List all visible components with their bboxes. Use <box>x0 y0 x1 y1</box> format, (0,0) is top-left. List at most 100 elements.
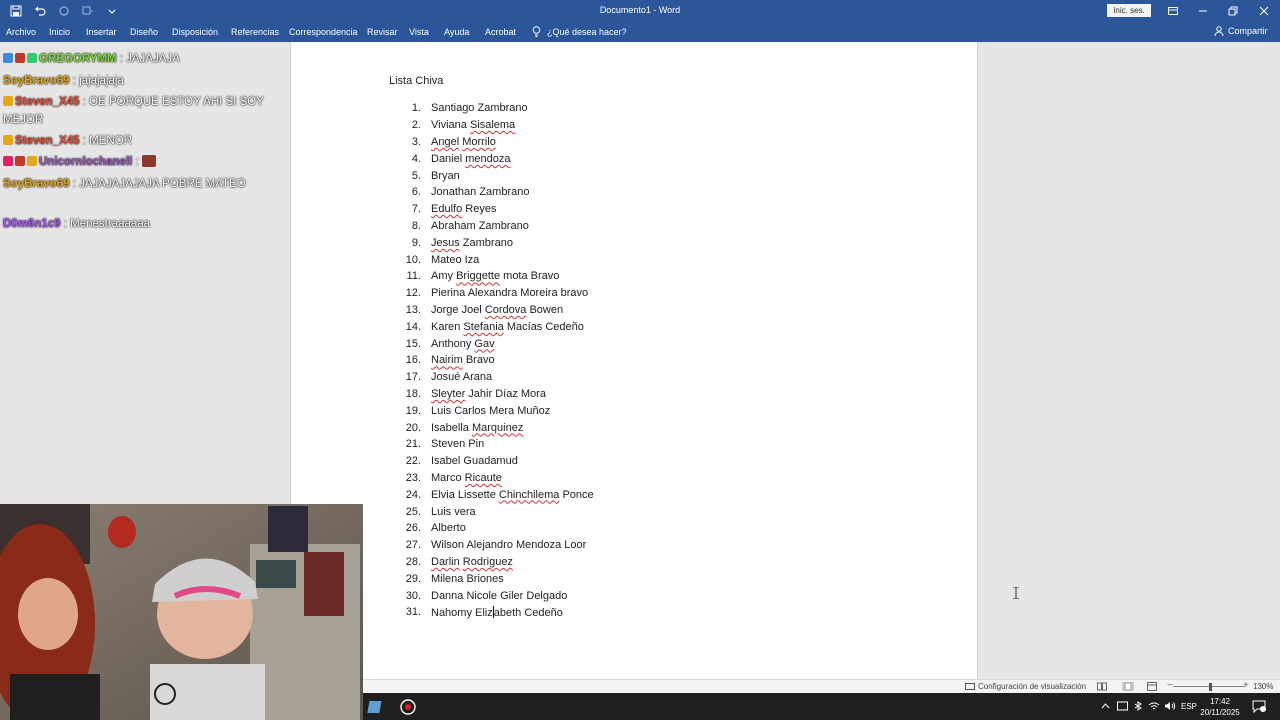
text-run: Luis vera <box>431 505 476 518</box>
list-item-text[interactable]: Elvia Lissette Chinchilema Ponce <box>431 489 594 501</box>
text-run: Daniel <box>431 152 466 165</box>
print-layout-icon[interactable] <box>1122 682 1134 691</box>
list-item-text[interactable]: Mateo Iza <box>431 254 479 266</box>
chat-username: Unicornlochanell <box>39 156 133 168</box>
list-number: 14. <box>405 320 421 333</box>
tab-vista[interactable]: Vista <box>409 27 429 37</box>
list-item-text[interactable]: Abraham Zambrano <box>431 220 529 232</box>
tab-correspondencia[interactable]: Correspondencia <box>289 27 358 37</box>
misspelled-word: Nairim <box>431 354 463 367</box>
list-item-text[interactable]: Isabella Marquinez <box>431 422 523 434</box>
text-run: Jahir Díaz Mora <box>465 387 546 400</box>
list-item: 14. Karen Stefania Macías Cedeño <box>401 318 594 335</box>
tab-diseno[interactable]: Diseño <box>130 27 158 37</box>
list-item-text[interactable]: Steven Pin <box>431 438 484 450</box>
chat-text: : JAJAJAJAJAJA POBRE MATEO <box>72 178 246 190</box>
misspelled-word: Marquinez <box>471 421 524 434</box>
close-button[interactable] <box>1249 0 1279 22</box>
list-item-text[interactable]: Nairim Bravo <box>431 354 495 366</box>
chat-badge-icon <box>27 156 37 166</box>
list-item-text[interactable]: Sleyter Jahir Díaz Mora <box>431 388 546 400</box>
zoom-in-button[interactable]: + <box>1243 680 1249 691</box>
tab-disposicion[interactable]: Disposición <box>172 27 218 37</box>
zoom-out-button[interactable]: − <box>1167 680 1173 691</box>
notifications-icon[interactable] <box>1252 700 1266 713</box>
display-settings-button[interactable]: Configuración de visualización <box>965 682 1086 691</box>
list-item: 21. Steven Pin <box>401 436 594 453</box>
list-item-text[interactable]: Josué Arana <box>431 371 492 383</box>
misspelled-word: Gav <box>474 337 495 350</box>
bluetooth-icon[interactable] <box>1133 701 1143 711</box>
list-item-text[interactable]: Karen Stefania Macías Cedeño <box>431 321 584 333</box>
list-item: 4. Daniel mendoza <box>401 150 594 167</box>
text-run: Nahomy Eliz <box>431 606 493 619</box>
read-mode-icon[interactable] <box>1097 682 1107 691</box>
network-icon[interactable] <box>1148 701 1160 711</box>
list-item-text[interactable]: Pierina Alexandra Moreira bravo <box>431 287 588 299</box>
tab-revisar[interactable]: Revisar <box>367 27 398 37</box>
tab-ayuda[interactable]: Ayuda <box>444 27 469 37</box>
list-item-text[interactable]: Jonathan Zambrano <box>431 186 529 198</box>
obs-icon[interactable] <box>399 698 417 716</box>
tab-archivo[interactable]: Archivo <box>6 27 36 37</box>
list-item-text[interactable]: Anthony Gav <box>431 338 495 350</box>
list-item-text[interactable]: Nahomy Elizabeth Cedeño <box>431 605 563 619</box>
list-number: 22. <box>405 455 421 468</box>
chat-message: Steven_X45 : MENOR <box>3 132 285 150</box>
list-item: 11. Amy Briggette mota Bravo <box>401 268 594 285</box>
restore-button[interactable] <box>1218 0 1248 22</box>
list-number: 5. <box>411 169 421 182</box>
text-run: Bowen <box>526 303 564 316</box>
clock[interactable]: 17:42 20/11/2025 <box>1197 696 1243 718</box>
list-item-text[interactable]: Bryan <box>431 170 460 182</box>
list-item-text[interactable]: Daniel mendoza <box>431 153 511 165</box>
list-item-text[interactable]: Edulfo Reyes <box>431 203 496 215</box>
list-item: 18. Sleyter Jahir Díaz Mora <box>401 386 594 403</box>
list-item-text[interactable]: Luis vera <box>431 506 476 518</box>
list-item: 31. Nahomy Elizabeth Cedeño <box>401 604 594 621</box>
zoom-level[interactable]: 130% <box>1253 682 1273 691</box>
text-run: Bryan <box>431 169 460 182</box>
tray-app-icon[interactable] <box>1117 701 1128 711</box>
list-item-text[interactable]: Wilson Alejandro Mendoza Loor <box>431 539 586 551</box>
list-item-text[interactable]: Amy Briggette mota Bravo <box>431 270 559 282</box>
list-item-text[interactable]: Viviana Sisalema <box>431 119 515 131</box>
language-indicator[interactable]: ESP <box>1181 702 1197 711</box>
volume-icon[interactable] <box>1164 701 1176 711</box>
list-item-text[interactable]: Marco Ricaute <box>431 472 502 484</box>
list-item-text[interactable]: Santiago Zambrano <box>431 102 528 114</box>
list-number: 27. <box>405 539 421 552</box>
tab-inicio[interactable]: Inicio <box>49 27 70 37</box>
webcam-image <box>0 504 363 720</box>
zoom-slider-thumb[interactable] <box>1209 683 1212 691</box>
sign-in-button[interactable]: Inic. ses. <box>1107 4 1151 17</box>
taskbar-app-icon[interactable] <box>367 698 385 716</box>
share-button[interactable]: Compartir <box>1214 26 1268 36</box>
list-number: 25. <box>405 505 421 518</box>
document-page[interactable]: Lista Chiva 1. Santiago Zambrano 2. Viviana… <box>290 42 978 679</box>
ribbon-display-options-button[interactable] <box>1158 0 1188 22</box>
list-item-text[interactable]: Danna Nicole Giler Delgado <box>431 590 567 602</box>
minimize-button[interactable] <box>1188 0 1218 22</box>
tab-acrobat[interactable]: Acrobat <box>485 27 516 37</box>
list-item-text[interactable]: Isabel Guadamud <box>431 455 518 467</box>
tab-referencias[interactable]: Referencias <box>231 27 279 37</box>
list-item: 6. Jonathan Zambrano <box>401 184 594 201</box>
misspelled-word: Chinchilema <box>498 488 560 501</box>
list-item-text[interactable]: Jesus Zambrano <box>431 237 513 249</box>
numbered-list: 1. Santiago Zambrano 2. Viviana Sisalema 3. A… <box>401 100 594 621</box>
text-run: Mateo Iza <box>431 253 480 266</box>
list-item-text[interactable]: Jorge Joel Cordova Bowen <box>431 304 563 316</box>
web-layout-icon[interactable] <box>1147 682 1157 691</box>
tab-insertar[interactable]: Insertar <box>86 27 117 37</box>
misspelled-word: mendoza <box>465 152 511 165</box>
list-item-text[interactable]: Alberto <box>431 522 466 534</box>
list-item-text[interactable]: Angel Morrilo <box>431 136 496 148</box>
list-item-text[interactable]: Milena Briones <box>431 573 504 585</box>
list-item: 26. Alberto <box>401 520 594 537</box>
list-item-text[interactable]: Darlin Rodriguez <box>431 556 513 568</box>
chevron-up-icon[interactable] <box>1101 702 1110 710</box>
list-number: 17. <box>405 371 421 384</box>
tell-me-search[interactable]: ¿Qué desea hacer? <box>532 26 627 37</box>
list-item-text[interactable]: Luis Carlos Mera Muñoz <box>431 405 550 417</box>
